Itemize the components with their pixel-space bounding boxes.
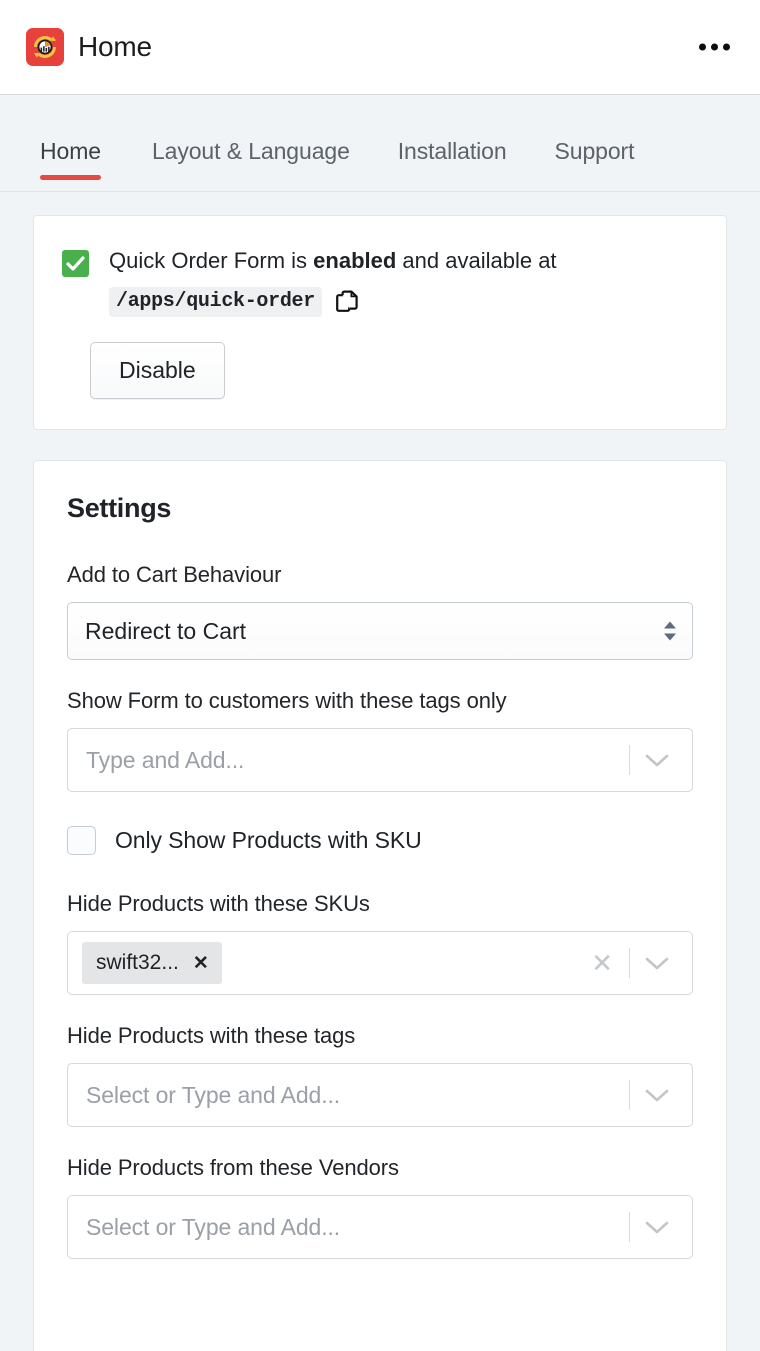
status-card: Quick Order Form is enabled and availabl… (33, 215, 727, 430)
clear-all-icon[interactable]: ✕ (581, 950, 623, 976)
input-divider (629, 745, 630, 775)
status-text-bold: enabled (313, 248, 397, 273)
tag-chip[interactable]: swift32... ✕ (82, 942, 222, 984)
only-show-products-with-sku-checkbox[interactable] (67, 826, 96, 855)
hide-tags-input[interactable]: Select or Type and Add... (67, 1063, 693, 1127)
more-dot (723, 43, 730, 51)
customer-tags-input[interactable]: Type and Add... (67, 728, 693, 792)
tag-chip-label: swift32... (96, 951, 179, 974)
check-icon (62, 250, 89, 277)
input-divider (629, 1212, 630, 1242)
app-path-code: /apps/quick-order (109, 287, 322, 317)
field-customer-tags: Show Form to customers with these tags o… (67, 688, 693, 792)
input-divider (629, 1080, 630, 1110)
tab-layout-language-label: Layout & Language (151, 138, 350, 164)
quick-order-app-icon (26, 28, 64, 66)
field-label-hide-tags: Hide Products with these tags (67, 1023, 356, 1048)
page-title: Home (78, 31, 152, 62)
app-bar: Home (0, 0, 760, 95)
chevron-down-icon[interactable] (636, 753, 682, 768)
tab-installation[interactable]: Installation (374, 138, 531, 191)
field-label-hide-vendors: Hide Products from these Vendors (67, 1155, 399, 1180)
field-add-to-cart-behaviour: Add to Cart Behaviour Redirect to Cart (67, 562, 693, 660)
checkbox-row-only-sku[interactable]: Only Show Products with SKU (67, 826, 693, 855)
status-text-after: and available at (402, 248, 557, 273)
more-dot (699, 43, 706, 51)
status-message: Quick Order Form is enabled and availabl… (62, 246, 698, 277)
field-hide-skus: Hide Products with these SKUs swift32...… (67, 891, 693, 995)
tab-home-label: Home (40, 138, 101, 164)
chevron-down-icon[interactable] (636, 1220, 682, 1235)
status-text: Quick Order Form is enabled and availabl… (109, 246, 557, 276)
input-divider (629, 948, 630, 978)
copy-icon[interactable] (336, 290, 359, 319)
hide-tags-placeholder: Select or Type and Add... (86, 1081, 341, 1108)
tab-support[interactable]: Support (531, 138, 659, 191)
tab-home[interactable]: Home (40, 138, 128, 191)
add-to-cart-behaviour-select[interactable]: Redirect to Cart (67, 602, 693, 660)
more-dot (711, 43, 718, 51)
field-label-add-to-cart-behaviour: Add to Cart Behaviour (67, 562, 282, 587)
field-label-hide-skus: Hide Products with these SKUs (67, 891, 370, 916)
hide-vendors-placeholder: Select or Type and Add... (86, 1213, 341, 1240)
field-label-customer-tags: Show Form to customers with these tags o… (67, 688, 507, 713)
tab-layout-language[interactable]: Layout & Language (128, 138, 374, 191)
add-to-cart-behaviour-select-wrap: Redirect to Cart (67, 602, 693, 660)
chevron-down-icon[interactable] (636, 956, 682, 971)
field-hide-vendors: Hide Products from these Vendors Select … (67, 1155, 693, 1259)
page-content: Quick Order Form is enabled and availabl… (0, 192, 760, 1351)
settings-title: Settings (67, 493, 172, 523)
more-options-icon[interactable] (695, 36, 734, 59)
add-to-cart-behaviour-value: Redirect to Cart (85, 617, 247, 644)
tab-bar: Home Layout & Language Installation Supp… (0, 95, 760, 192)
tab-installation-label: Installation (397, 138, 507, 164)
status-text-before: Quick Order Form is (109, 248, 308, 273)
remove-tag-icon[interactable]: ✕ (193, 954, 209, 973)
customer-tags-placeholder: Type and Add... (86, 746, 245, 773)
status-path-row: /apps/quick-order (109, 287, 698, 317)
tab-support-label: Support (554, 138, 635, 164)
only-show-products-with-sku-label: Only Show Products with SKU (115, 827, 422, 853)
chevron-down-icon[interactable] (636, 1088, 682, 1103)
hide-skus-input[interactable]: swift32... ✕ ✕ (67, 931, 693, 995)
field-hide-tags: Hide Products with these tags Select or … (67, 1023, 693, 1127)
settings-card: Settings Add to Cart Behaviour Redirect … (33, 460, 727, 1351)
disable-button[interactable]: Disable (90, 342, 225, 399)
hide-vendors-input[interactable]: Select or Type and Add... (67, 1195, 693, 1259)
